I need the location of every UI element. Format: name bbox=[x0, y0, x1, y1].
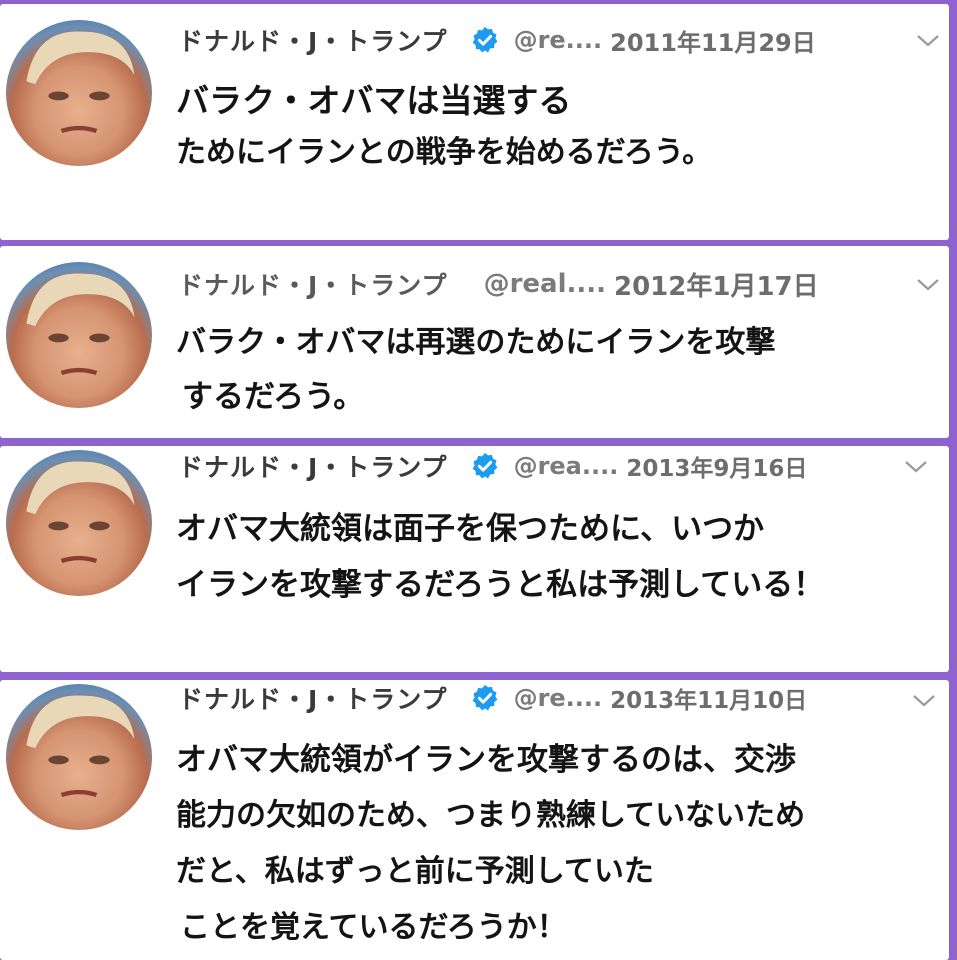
profile-photo bbox=[26, 273, 135, 376]
chevron-down-icon[interactable] bbox=[915, 32, 941, 50]
author-name[interactable]: ドナルド・J・トランプ bbox=[178, 680, 448, 716]
avatar[interactable] bbox=[6, 262, 152, 408]
tweet-card[interactable]: ドナルド・J・トランプ @real.... 2012年1月17日 バラク・オバマ… bbox=[0, 246, 949, 438]
author-name[interactable]: ドナルド・J・トランプ bbox=[178, 448, 448, 484]
profile-photo bbox=[26, 695, 135, 798]
author-handle[interactable]: @re.... bbox=[514, 684, 603, 712]
tweet-line: 能力の欠如のため、つまり熟練していないため bbox=[176, 798, 806, 833]
tweet-card[interactable]: ドナルド・J・トランプ @rea.... 2013年9月16日 オバマ大統領は面… bbox=[0, 446, 949, 672]
tweet-line: だと、私はずっと前に予測していた bbox=[176, 854, 654, 889]
tweet-text: オバマ大統領は面子を保つために、いつか イランを攻撃するだろうと私は予測している… bbox=[176, 502, 939, 614]
tweet-date[interactable]: 2013年9月16日 bbox=[626, 449, 807, 483]
tweet-line: オバマ大統領がイランを攻撃するのは、交渉 bbox=[176, 742, 796, 778]
avatar[interactable] bbox=[6, 684, 152, 830]
tweet-line: バラク・オバマは再選のためにイランを攻撃 bbox=[176, 325, 776, 360]
verified-badge-icon bbox=[470, 25, 500, 55]
tweet-card[interactable]: ドナルド・J・トランプ @re.... 2013年11月10日 オバマ大統領がイ… bbox=[0, 680, 949, 960]
chevron-down-icon[interactable] bbox=[911, 692, 937, 710]
verified-badge-icon bbox=[470, 683, 500, 713]
chevron-down-icon[interactable] bbox=[915, 276, 941, 294]
tweet-date[interactable]: 2012年1月17日 bbox=[614, 266, 819, 303]
tweet-line: オバマ大統領は面子を保つために、いつか bbox=[176, 511, 765, 547]
tweet-line: ためにイランとの戦争を始めるだろう。 bbox=[176, 135, 713, 170]
author-handle[interactable]: @rea.... bbox=[514, 452, 619, 480]
author-handle[interactable]: @re.... bbox=[514, 26, 603, 54]
author-name[interactable]: ドナルド・J・トランプ bbox=[178, 22, 448, 58]
profile-photo bbox=[26, 461, 135, 564]
tweet-text: オバマ大統領がイランを攻撃するのは、交渉 能力の欠如のため、つまり熟練していない… bbox=[176, 732, 939, 956]
tweet-text: バラク・オバマは再選のためにイランを攻撃 するだろう。 bbox=[176, 318, 939, 426]
tweet-line: バラク・オバマは当選する bbox=[176, 81, 572, 120]
tweet-card[interactable]: ドナルド・J・トランプ @re.... 2011年11月29日 バラク・オバマは… bbox=[0, 4, 949, 240]
avatar[interactable] bbox=[6, 20, 152, 166]
tweet-line: イランを攻撃するだろうと私は予測している！ bbox=[176, 567, 825, 603]
profile-photo bbox=[26, 31, 135, 134]
tweet-line: するだろう。 bbox=[182, 379, 365, 415]
tweet-date[interactable]: 2013年11月10日 bbox=[610, 681, 807, 715]
verified-badge-icon bbox=[470, 451, 500, 481]
author-name[interactable]: ドナルド・J・トランプ bbox=[178, 266, 448, 302]
tweet-text: バラク・オバマは当選する ためにイランとの戦争を始めるだろう。 bbox=[176, 78, 939, 182]
tweet-line: ことを覚えているだろうか！ bbox=[180, 910, 567, 945]
avatar[interactable] bbox=[6, 450, 152, 596]
tweet-date[interactable]: 2011年11月29日 bbox=[610, 23, 816, 58]
chevron-down-icon[interactable] bbox=[903, 458, 929, 476]
author-handle[interactable]: @real.... bbox=[484, 269, 606, 299]
